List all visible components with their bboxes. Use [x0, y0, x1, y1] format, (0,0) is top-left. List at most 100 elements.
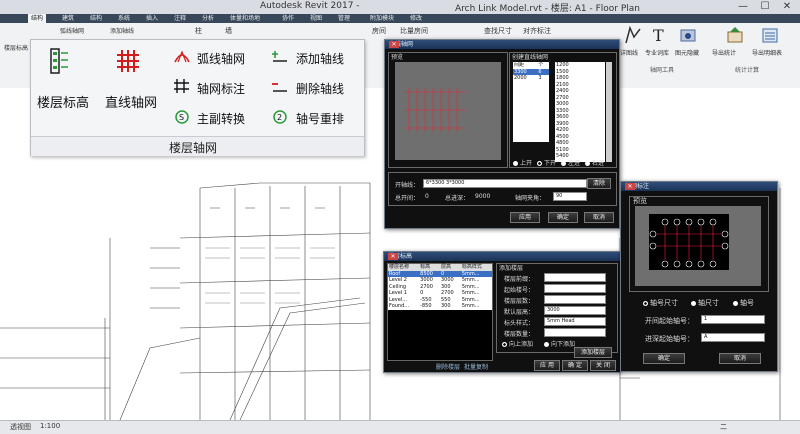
angle-input[interactable]: 90 [553, 192, 587, 201]
ribbon-detail-line[interactable]: 详图线 [620, 48, 638, 57]
ribbon-align-dim[interactable]: 对齐标注 [523, 26, 551, 36]
radio-down[interactable]: 下开 [537, 158, 556, 167]
text-icon[interactable]: T [650, 25, 668, 45]
radio-axis-num[interactable]: 轴号 [733, 298, 754, 308]
spacing-table[interactable]: 间距个 3300 6 2000 3 [513, 62, 549, 142]
batch-copy-link[interactable]: 批量复制 [464, 362, 488, 371]
depth-axis-input[interactable]: A [701, 333, 765, 342]
radio-right[interactable]: 右进 [585, 158, 604, 167]
create-grid-label: 创建直线轴网 [512, 54, 549, 61]
apply-button[interactable]: 应用 [510, 212, 540, 223]
title-bar: Autodesk Revit 2017 - Arch Link Model.rv… [0, 0, 800, 15]
start-num-select[interactable] [544, 284, 606, 293]
file-title: Arch Link Model.rvt - 楼层: A1 - Floor Pla… [455, 4, 641, 14]
radio-dim[interactable]: 轴尺寸 [691, 298, 719, 308]
arc-grid-button[interactable]: 弧线轴网 [197, 50, 245, 67]
ribbon-level-label[interactable]: 楼层标高 [4, 43, 28, 52]
floor-level-dialog: 楼层标高 ✕ 楼层名称 标高 层高 标高样式 Roof 8500 0 5mm... Level… [383, 251, 621, 373]
apply-button[interactable]: 应 用 [534, 360, 560, 371]
ribbon-wall[interactable]: 墙 [225, 26, 232, 36]
tab-massing[interactable]: 体量和场地 [230, 14, 260, 23]
ribbon-tabs: 结构 建筑 结构 系统 插入 注释 分析 体量和场地 协作 视图 管理 附加模块… [0, 14, 800, 23]
cancel-button[interactable]: 取消 [719, 353, 761, 364]
ok-button[interactable]: 确 定 [562, 360, 588, 371]
hide-element-icon[interactable] [678, 26, 698, 44]
close-icon[interactable]: ✕ [388, 253, 398, 260]
ribbon-add-axis[interactable]: 添加轴线 [110, 26, 134, 35]
delete-axis-button[interactable]: 删除轴线 [296, 80, 344, 97]
minimize-button[interactable]: — [732, 0, 754, 14]
export-schedule-icon[interactable] [760, 25, 780, 45]
start-axis-input[interactable]: 1 [701, 315, 765, 324]
ok-button[interactable]: 确定 [643, 353, 685, 364]
ribbon-arc-grid[interactable]: 弧线轴网 [60, 26, 84, 35]
view-scale[interactable]: 1:100 [40, 422, 60, 430]
tab-structure-2[interactable]: 结构 [90, 14, 102, 23]
main-sub-convert-button[interactable]: 主副转换 [197, 110, 245, 127]
prefix-select[interactable] [544, 273, 606, 282]
straight-grid-button[interactable]: 直线轴网 [105, 92, 157, 111]
export-stats-icon[interactable] [725, 25, 745, 45]
cancel-button[interactable]: 取消 [584, 212, 614, 223]
radio-axis-size[interactable]: 轴号尺寸 [643, 298, 678, 308]
total-label: 总开间： [395, 195, 420, 202]
ribbon-export-schedule[interactable]: 导出明细表 [752, 48, 782, 57]
dialog-titlebar: 轴网标注 ✕ [621, 182, 777, 191]
level-table[interactable]: 楼层名称 标高 层高 标高样式 Roof 8500 0 5mm... Level 2 3000… [387, 263, 493, 361]
panel-group-label: 楼层轴网 [169, 141, 218, 155]
add-level-button[interactable]: 添加楼层 [574, 347, 612, 358]
tab-addins[interactable]: 附加模块 [370, 14, 394, 23]
ribbon-room[interactable]: 房间 [372, 26, 386, 36]
group-grid-tools: 轴网工具 [650, 67, 675, 74]
clear-button[interactable]: 清除 [587, 178, 611, 189]
straight-grid-icon [117, 50, 139, 72]
tab-structure[interactable]: 结构 [28, 14, 47, 23]
ribbon-column[interactable]: 柱 [195, 26, 202, 36]
list-item: 1200 [556, 62, 569, 68]
height-input[interactable]: 3000 [544, 306, 606, 315]
radio-add-down[interactable]: 向下添加 [544, 339, 575, 348]
tab-modify[interactable]: 修改 [410, 14, 422, 23]
detail-line-icon[interactable] [622, 25, 644, 45]
ribbon-lexicon[interactable]: 专业词库 [645, 48, 669, 57]
list-scrollbar[interactable] [606, 62, 612, 162]
tab-systems[interactable]: 系统 [118, 14, 130, 23]
tab-annotate[interactable]: 注释 [174, 14, 186, 23]
ribbon-find-dim[interactable]: 查找尺寸 [484, 26, 512, 36]
maximize-button[interactable]: ☐ [754, 0, 776, 14]
tab-collaborate[interactable]: 协作 [282, 14, 294, 23]
close-icon[interactable]: ✕ [389, 41, 399, 48]
floors-label: 楼层层数： [504, 298, 535, 305]
close-icon[interactable]: ✕ [625, 183, 635, 190]
grid-dim-button[interactable]: 轴网标注 [197, 80, 245, 97]
level-elevation-button[interactable]: 楼层标高 [37, 92, 89, 111]
count-select[interactable] [544, 328, 606, 337]
renumber-button[interactable]: 轴号重排 [296, 110, 344, 127]
radio-add-up[interactable]: 向上添加 [502, 339, 533, 348]
floors-select[interactable] [544, 295, 606, 304]
ribbon-export-stats[interactable]: 导出统计 [712, 48, 736, 57]
close-button[interactable]: 关 闭 [590, 360, 616, 371]
radio-left[interactable]: 左进 [561, 158, 580, 167]
axis-input[interactable]: 6*3300 3*3000 [423, 179, 587, 188]
add-axis-button[interactable]: 添加轴线 [296, 50, 344, 67]
delete-level-link[interactable]: 删除楼层 [436, 362, 460, 371]
arc-grid-icon [174, 50, 190, 63]
table-row[interactable]: Found... -850 300 5mm... [388, 303, 492, 310]
spacing-list[interactable]: 1200 1500 1800 2100 2400 2700 3000 3300 3600 3900… [555, 62, 605, 162]
head-style-select[interactable]: 5mm Head [544, 317, 606, 326]
tab-insert[interactable]: 插入 [146, 14, 158, 23]
ribbon-hide[interactable]: 图元隐藏 [675, 48, 699, 57]
angle-label: 轴网夹角： [515, 195, 546, 202]
close-button[interactable]: ✕ [776, 0, 798, 14]
tab-analyze[interactable]: 分析 [202, 14, 214, 23]
tab-view[interactable]: 视图 [310, 14, 322, 23]
tab-manage[interactable]: 管理 [338, 14, 350, 23]
ok-button[interactable]: 确定 [548, 212, 578, 223]
add-axis-icon [272, 51, 287, 62]
tab-architecture[interactable]: 建筑 [62, 14, 74, 23]
ribbon-calc-room[interactable]: 比量房间 [400, 26, 428, 36]
annotation-preview [635, 206, 761, 286]
radio-up[interactable]: 上开 [513, 158, 532, 167]
table-row[interactable]: 2000 3 [513, 75, 549, 82]
